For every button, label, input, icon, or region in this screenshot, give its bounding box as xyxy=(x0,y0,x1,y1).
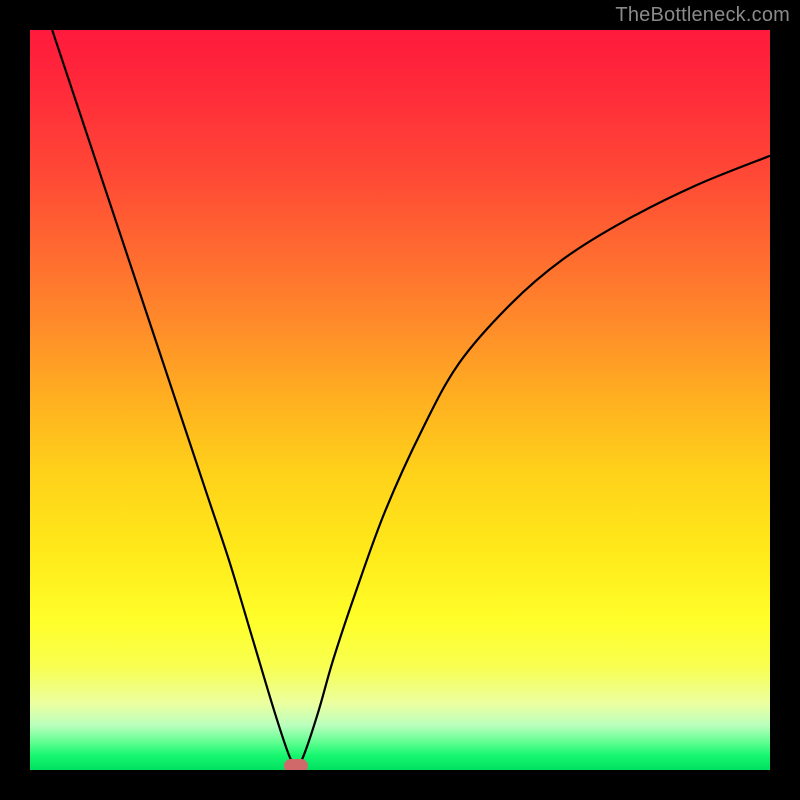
watermark-text: TheBottleneck.com xyxy=(615,4,790,27)
plot-background-gradient xyxy=(30,30,770,770)
plot-area xyxy=(30,30,770,770)
